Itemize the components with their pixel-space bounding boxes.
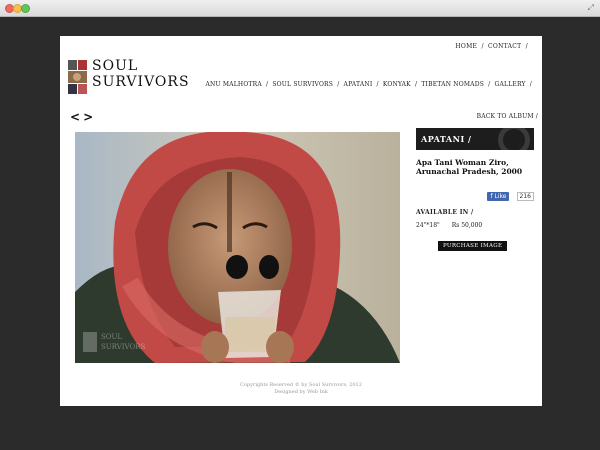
watermark-line-1: SOUL	[101, 333, 122, 341]
nav-separator: /	[481, 43, 484, 50]
logo-line-1: SOUL	[92, 58, 139, 74]
ring-decoration-icon	[498, 128, 530, 150]
nav-separator: /	[376, 81, 379, 88]
main-photo: SOUL SURVIVORS	[75, 132, 400, 363]
copyright-text: Copyrights Reserved © by Soul Survivors,…	[240, 382, 362, 388]
nav-soul-survivors[interactable]: SOUL SURVIVORS	[272, 81, 333, 88]
print-price: Rs 50,000	[451, 222, 483, 229]
nav-apatani[interactable]: APATANI	[344, 81, 373, 88]
nav-separator: /	[337, 81, 340, 88]
nav-separator: /	[488, 81, 491, 88]
nav-separator: /	[525, 43, 528, 50]
photo-image: SOUL SURVIVORS	[75, 132, 400, 363]
maximize-window-button[interactable]	[21, 4, 30, 13]
like-label: Like	[494, 193, 507, 200]
site-logo[interactable]: SOUL SURVIVORS	[68, 58, 192, 96]
web-page: SOUL SURVIVORS HOME / CONTACT / ANU MALH…	[60, 36, 542, 406]
nav-contact[interactable]: CONTACT	[488, 43, 521, 50]
facebook-like-widget: f Like 216	[416, 186, 534, 205]
browser-title-bar: ⤢	[0, 0, 600, 17]
nav-separator: /	[529, 81, 532, 88]
expand-icon[interactable]: ⤢	[588, 3, 594, 13]
top-navigation: HOME / CONTACT /	[455, 43, 530, 50]
like-count: 216	[516, 192, 534, 201]
nav-konyak[interactable]: KONYAK	[383, 81, 411, 88]
facebook-like-button[interactable]: f Like	[487, 192, 510, 201]
nav-separator: /	[414, 81, 418, 88]
watermark-line-2: SURVIVORS	[101, 343, 145, 351]
print-size: 24"*18"	[416, 222, 440, 229]
photo-title: Apa Tani Woman Ziro, Arunachal Pradesh, …	[416, 158, 523, 176]
nav-separator: /	[266, 81, 269, 88]
nav-anu-malhotra[interactable]: ANU MALHOTRA	[205, 81, 261, 88]
facebook-icon: f	[490, 193, 493, 200]
available-in-label: AVAILABLE IN /	[416, 209, 474, 216]
size-price-row: 24"*18" Rs 50,000	[416, 222, 534, 229]
nav-gallery[interactable]: GALLERY	[494, 81, 525, 88]
designer-credit: Designed by Web Ink	[274, 389, 328, 395]
purchase-image-button[interactable]: PURCHASE IMAGE	[438, 241, 508, 251]
next-arrow-icon[interactable]: >	[83, 110, 96, 124]
nav-home[interactable]: HOME	[455, 43, 477, 50]
page-footer: Copyrights Reserved © by Soul Survivors,…	[60, 382, 542, 396]
main-navigation: ANU MALHOTRA / SOUL SURVIVORS / APATANI …	[205, 81, 534, 88]
category-header: APATANI /	[416, 128, 534, 150]
previous-arrow-icon[interactable]: <	[70, 110, 83, 124]
photo-sidebar: APATANI / Apa Tani Woman Ziro, Arunachal…	[416, 128, 534, 251]
back-to-album-link[interactable]: BACK TO ALBUM /	[477, 113, 538, 120]
category-title: APATANI /	[421, 134, 472, 144]
logo-line-2: SURVIVORS	[92, 74, 190, 90]
pager-arrows: <>	[70, 110, 96, 124]
nav-tibetan-nomads[interactable]: TIBETAN NOMADS	[421, 81, 484, 88]
logo-collage-icon	[68, 60, 87, 94]
logo-wordmark: SOUL SURVIVORS	[92, 58, 190, 90]
